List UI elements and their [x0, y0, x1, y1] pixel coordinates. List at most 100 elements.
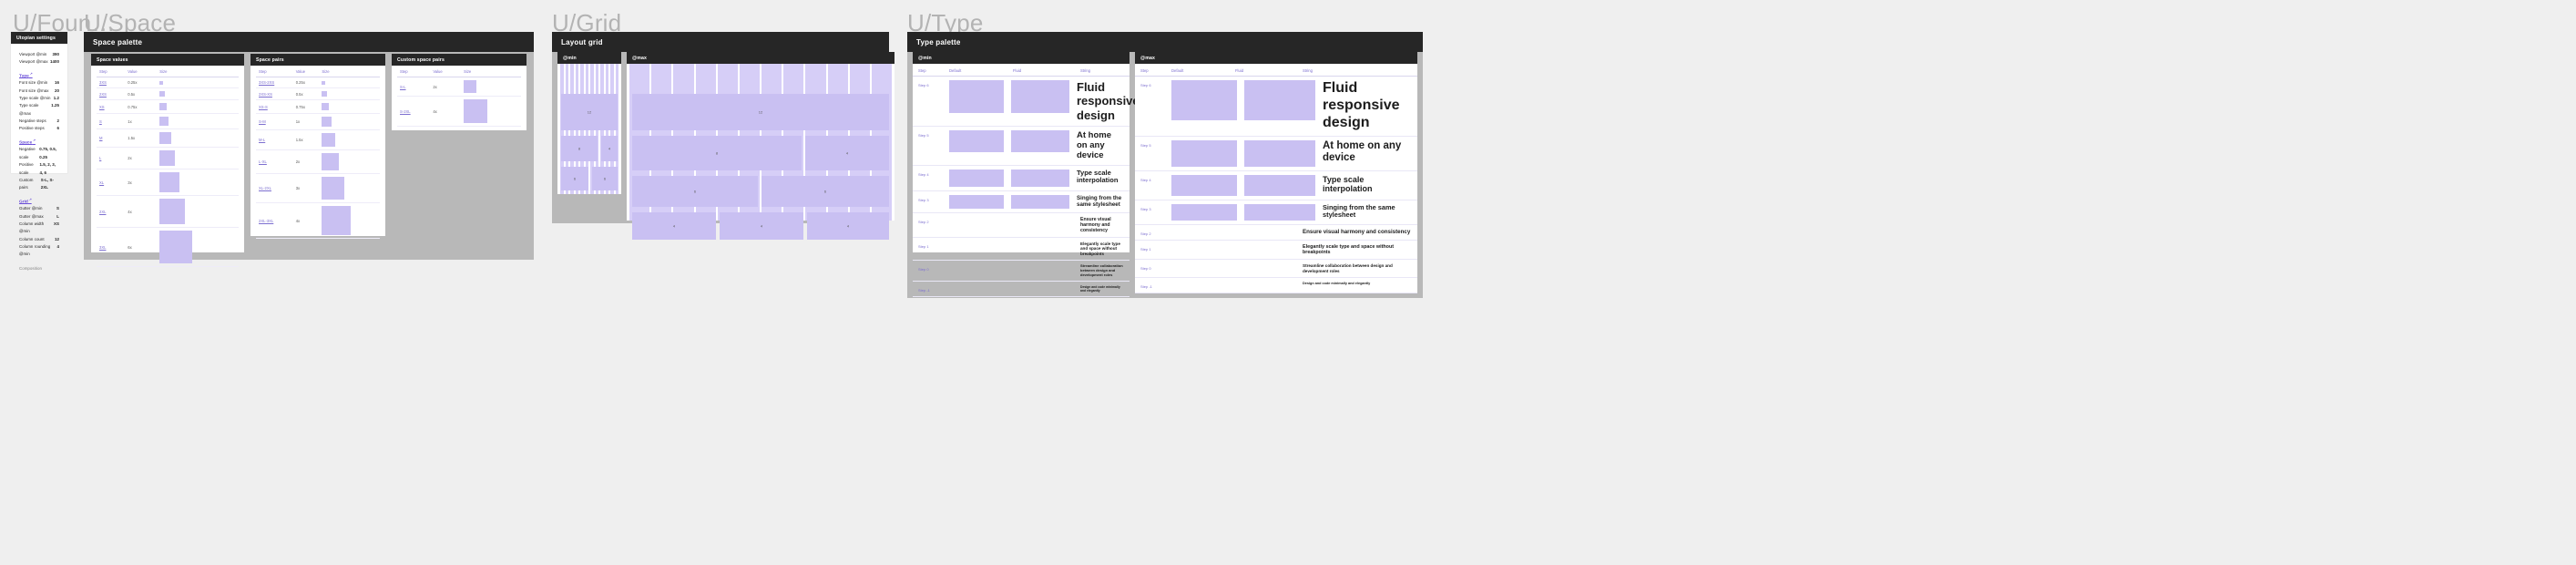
- type-step-label[interactable]: Step 0: [1140, 263, 1164, 271]
- grid-block[interactable]: 4: [632, 212, 716, 240]
- type-row[interactable]: Step 5 At home on any device: [913, 127, 1130, 166]
- type-specimen-text: Streamline collaboration between design …: [1303, 263, 1393, 273]
- grid-block-label: 6: [693, 189, 697, 194]
- grid-block[interactable]: 4: [807, 212, 889, 240]
- table-row[interactable]: S 1x: [97, 113, 239, 129]
- space-step-label[interactable]: S-2XL: [397, 96, 431, 127]
- table-row[interactable]: 2XL 4x: [97, 195, 239, 228]
- table-row[interactable]: S-M 1x: [256, 113, 380, 130]
- space-swatch-cell: [157, 87, 239, 100]
- grid-block[interactable]: 6: [762, 176, 889, 207]
- type-step-label[interactable]: Step 0: [918, 264, 942, 272]
- space-step-label[interactable]: 3XS-2XS: [256, 77, 293, 88]
- setting-value: 1.2: [53, 96, 59, 101]
- column-header: Step: [918, 68, 926, 73]
- type-step-label[interactable]: Step 5: [918, 130, 942, 138]
- table-row[interactable]: L 2x: [97, 147, 239, 170]
- grid-block[interactable]: 12: [632, 94, 889, 130]
- type-step-label[interactable]: Step 4: [1140, 175, 1164, 182]
- table-row[interactable]: 3XL 6x: [97, 227, 239, 267]
- table-row[interactable]: 2XS-XS 0.5x: [256, 87, 380, 100]
- table-row[interactable]: 2XS 0.5x: [97, 87, 239, 100]
- type-row[interactable]: Step -1 Design and code minimally and ele…: [913, 282, 1130, 298]
- space-step-label[interactable]: 3XS: [97, 77, 126, 88]
- type-step-label[interactable]: Step 4: [918, 170, 942, 177]
- table-row[interactable]: XS 0.75x: [97, 99, 239, 114]
- space-step-label[interactable]: M-L: [256, 129, 293, 150]
- type-row[interactable]: Step 6 Fluid responsive design: [913, 77, 1140, 127]
- type-step-label[interactable]: Step 1: [1140, 244, 1164, 252]
- type-row[interactable]: Step 0 Streamline collaboration between d…: [1135, 260, 1417, 279]
- external-link-icon: ↗: [27, 197, 32, 201]
- type-step-label[interactable]: Step -1: [1140, 282, 1164, 289]
- type-step-label[interactable]: Step 3: [918, 195, 942, 202]
- table-row[interactable]: XL-2XL 3x: [256, 173, 380, 203]
- settings-group-link[interactable]: Space ↗: [19, 139, 59, 146]
- type-row[interactable]: Step 1 Elegantly scale type and space wit…: [913, 238, 1130, 262]
- table-row[interactable]: XL 3x: [97, 169, 239, 196]
- type-min-card: @min Step Default Fluid String Step 6 Fluid r…: [913, 52, 1140, 298]
- grid-block[interactable]: 4: [720, 212, 803, 240]
- type-row[interactable]: Step 5 At home on any device: [1135, 137, 1417, 171]
- type-frame-bar: Type palette: [907, 32, 1423, 52]
- type-step-label[interactable]: Step 6: [918, 80, 942, 87]
- type-row[interactable]: Step -1 Design and code minimally and ele…: [1135, 278, 1417, 294]
- grid-block[interactable]: 4: [601, 136, 618, 161]
- column-header: Fluid: [1013, 68, 1022, 73]
- space-step-label[interactable]: S-L: [397, 77, 431, 97]
- table-row[interactable]: M 1.5x: [97, 128, 239, 148]
- table-row[interactable]: L-XL 2x: [256, 149, 380, 174]
- space-step-label[interactable]: S-M: [256, 113, 293, 130]
- table-row[interactable]: 2XL-3XL 4x: [256, 202, 380, 239]
- type-step-label[interactable]: Step -1: [918, 285, 942, 293]
- table-row[interactable]: XS-S 0.75x: [256, 99, 380, 114]
- type-row[interactable]: Step 4 Type scale interpolation: [913, 166, 1130, 191]
- grid-block[interactable]: 4: [805, 136, 889, 170]
- space-step-label[interactable]: XL: [97, 169, 126, 196]
- type-step-label[interactable]: Step 6: [1140, 80, 1164, 87]
- type-row[interactable]: Step 6 Fluid responsive design: [1135, 77, 1417, 137]
- grid-block[interactable]: 6: [561, 167, 588, 190]
- space-swatch-cell: [319, 173, 380, 203]
- grid-block[interactable]: 8: [632, 136, 802, 170]
- space-step-label[interactable]: L-XL: [256, 149, 293, 174]
- space-step-label[interactable]: 2XL-3XL: [256, 202, 293, 239]
- space-step-label[interactable]: M: [97, 128, 126, 148]
- space-pairs-title: Space pairs: [256, 56, 284, 63]
- type-step-label[interactable]: Step 2: [918, 217, 942, 224]
- space-step-label[interactable]: L: [97, 147, 126, 170]
- setting-row: Negative steps 2: [19, 118, 59, 125]
- type-step-label[interactable]: Step 3: [1140, 204, 1164, 211]
- space-step-label[interactable]: XS-S: [256, 99, 293, 114]
- space-step-label[interactable]: 2XS-XS: [256, 87, 293, 100]
- table-row[interactable]: 3XS 0.25x: [97, 77, 239, 88]
- settings-group-link[interactable]: Type ↗: [19, 72, 59, 79]
- grid-block[interactable]: 6: [592, 167, 618, 190]
- space-pairs-table: Step Value Size 3XS-2XS 0.25x 2XS-XS 0.5x XS-S 0…: [250, 66, 385, 239]
- type-row[interactable]: Step 3 Singing from the same stylesheet: [913, 191, 1130, 213]
- type-row[interactable]: Step 3 Singing from the same stylesheet: [1135, 200, 1417, 225]
- type-row[interactable]: Step 0 Streamline collaboration between d…: [913, 261, 1130, 282]
- space-step-label[interactable]: XS: [97, 99, 126, 114]
- type-row[interactable]: Step 2 Ensure visual harmony and consiste…: [1135, 225, 1417, 241]
- type-step-label[interactable]: Step 5: [1140, 140, 1164, 148]
- space-step-label[interactable]: S: [97, 113, 126, 129]
- type-step-label[interactable]: Step 2: [1140, 229, 1164, 236]
- space-step-label[interactable]: 2XL: [97, 195, 126, 228]
- table-row[interactable]: M-L 1.5x: [256, 129, 380, 150]
- settings-group-link[interactable]: Grid ↗: [19, 198, 59, 205]
- grid-block[interactable]: 12: [561, 94, 618, 130]
- type-row[interactable]: Step 1 Elegantly scale type and space wit…: [1135, 241, 1417, 261]
- type-row[interactable]: Step 2 Ensure visual harmony and consiste…: [913, 213, 1130, 238]
- space-step-label[interactable]: 2XS: [97, 87, 126, 100]
- table-row[interactable]: S-2XL 4x: [397, 96, 521, 127]
- grid-block[interactable]: 6: [632, 176, 758, 207]
- type-row[interactable]: Step 4 Type scale interpolation: [1135, 171, 1417, 200]
- table-row[interactable]: 3XS-2XS 0.25x: [256, 77, 380, 88]
- space-step-label[interactable]: XL-2XL: [256, 173, 293, 203]
- space-swatch-cell: [319, 202, 380, 239]
- space-step-label[interactable]: 3XL: [97, 227, 126, 267]
- type-step-label[interactable]: Step 1: [918, 241, 942, 249]
- table-row[interactable]: S-L 2x: [397, 77, 521, 97]
- grid-block[interactable]: 8: [561, 136, 598, 161]
